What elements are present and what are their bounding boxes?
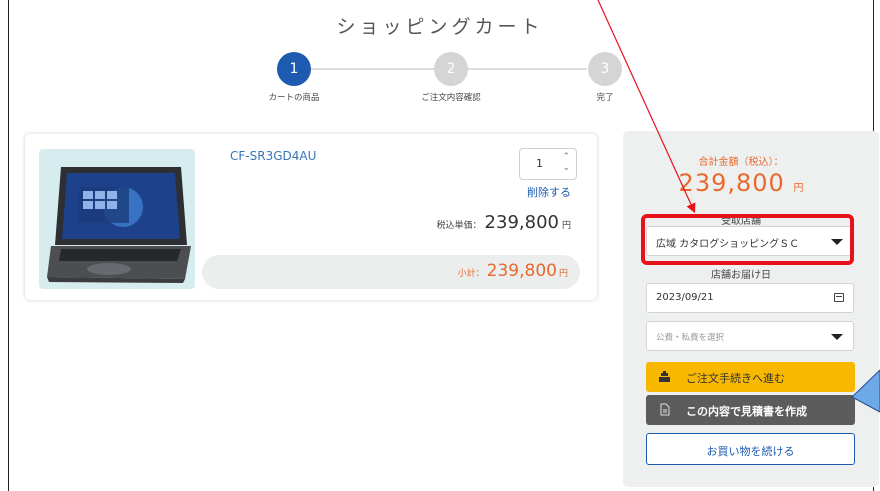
proceed-to-order-button[interactable]: ご注文手続きへ進む	[646, 362, 855, 392]
delivery-date-input[interactable]: 2023/09/21	[646, 283, 854, 313]
chevron-down-icon[interactable]: ⌄	[562, 163, 570, 174]
subtotal-bar: 小計： 239,800 円	[202, 255, 580, 289]
create-quote-label: この内容で見積書を作成	[686, 405, 807, 418]
quantity-value: 1	[536, 157, 543, 170]
usage-select[interactable]: 公費・私費を選択	[646, 321, 854, 351]
cash-register-icon	[659, 371, 670, 382]
subtotal-value: 239,800	[486, 261, 557, 281]
caret-down-icon	[831, 334, 843, 340]
usage-select-placeholder: 公費・私費を選択	[656, 333, 725, 343]
unit-price-label: 税込単価：	[436, 221, 482, 231]
delete-button[interactable]: 削除する	[527, 184, 571, 200]
step-connector	[467, 68, 587, 70]
total-amount-value: 239,800	[678, 169, 785, 197]
delivery-date-value: 2023/09/21	[656, 292, 714, 303]
subtotal-currency: 円	[558, 269, 568, 279]
laptop-image	[47, 167, 191, 283]
unit-price-currency: 円	[561, 221, 571, 231]
order-summary-panel: 合計金額（税込）： 239,800 円 受取店舗 広域 カタログショッピングＳＣ…	[623, 131, 879, 487]
step-3-circle: 3	[588, 52, 622, 86]
cart-item-card: CF-SR3GD4AU 1 ⌃ ⌄ 削除する 税込単価： 239,800 円 小計：…	[25, 134, 597, 300]
unit-price-value: 239,800	[484, 212, 559, 233]
chevron-up-icon[interactable]: ⌃	[562, 152, 570, 163]
create-quote-button[interactable]: この内容で見積書を作成	[646, 395, 855, 425]
highlight-box	[641, 214, 854, 265]
step-2-circle: 2	[434, 52, 468, 86]
step-2-label: ご注文内容確認	[421, 93, 481, 103]
total-currency: 円	[793, 183, 804, 194]
continue-shopping-label: お買い物を続ける	[706, 445, 795, 458]
total-amount: 239,800 円	[623, 169, 859, 197]
delivery-date-label: 店舗お届け日	[711, 270, 771, 281]
product-name-link[interactable]: CF-SR3GD4AU	[230, 149, 316, 163]
subtotal-label: 小計：	[457, 269, 485, 279]
document-icon	[660, 403, 670, 416]
step-1-circle: 1	[277, 52, 311, 86]
product-image[interactable]	[39, 149, 195, 289]
step-3-label: 完了	[596, 93, 614, 103]
unit-price: 税込単価： 239,800 円	[437, 212, 571, 233]
continue-shopping-button[interactable]: お買い物を続ける	[646, 433, 855, 465]
total-label: 合計金額（税込）：	[698, 157, 784, 168]
step-1-label: カートの商品	[268, 93, 320, 103]
calendar-icon[interactable]	[834, 293, 844, 302]
quantity-stepper[interactable]: 1 ⌃ ⌄	[519, 148, 577, 180]
progress-steps: 1 2 3 カートの商品 ご注文内容確認 完了	[0, 52, 880, 112]
proceed-to-order-label: ご注文手続きへ進む	[686, 372, 785, 385]
page-title: ショッピングカート	[336, 16, 544, 38]
step-connector	[310, 68, 435, 70]
